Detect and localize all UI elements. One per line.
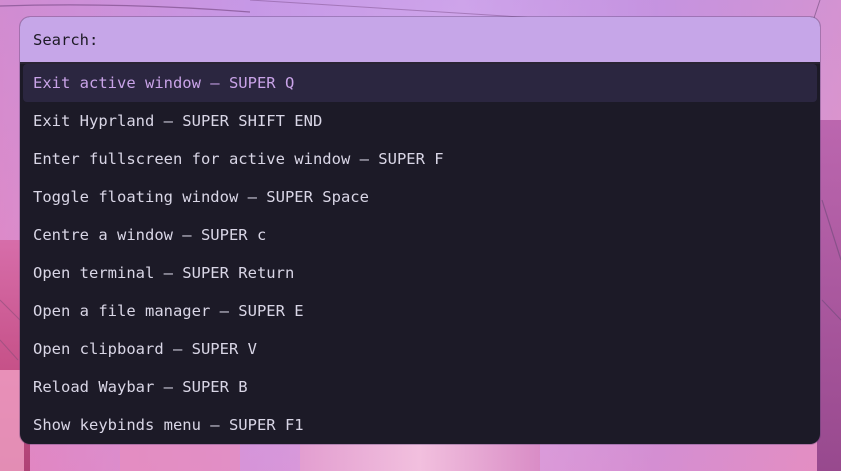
list-item[interactable]: Open terminal — SUPER Return [20, 254, 820, 292]
list-item[interactable]: Enter fullscreen for active window — SUP… [20, 140, 820, 178]
list-item[interactable]: Open clipboard — SUPER V [20, 330, 820, 368]
keybind-list: Exit active window — SUPER Q Exit Hyprlan… [20, 64, 820, 444]
search-input[interactable] [106, 23, 820, 56]
list-item-selected[interactable]: Exit active window — SUPER Q [23, 64, 817, 102]
list-item[interactable]: Centre a window — SUPER c [20, 216, 820, 254]
list-item[interactable]: Exit Hyprland — SUPER SHIFT END [20, 102, 820, 140]
wallpaper-street-left [120, 441, 240, 471]
wallpaper-building-right [817, 120, 841, 471]
wallpaper-street-center [300, 441, 540, 471]
list-item[interactable]: Open a file manager — SUPER E [20, 292, 820, 330]
launcher-window: Search: Exit active window — SUPER Q Exit… [20, 17, 820, 444]
list-item[interactable]: Reload Waybar — SUPER B [20, 368, 820, 406]
search-prompt-label: Search: [33, 30, 99, 49]
list-item[interactable]: Show keybinds menu — SUPER F1 [20, 406, 820, 444]
list-item[interactable]: Toggle floating window — SUPER Space [20, 178, 820, 216]
search-bar: Search: [20, 17, 820, 64]
